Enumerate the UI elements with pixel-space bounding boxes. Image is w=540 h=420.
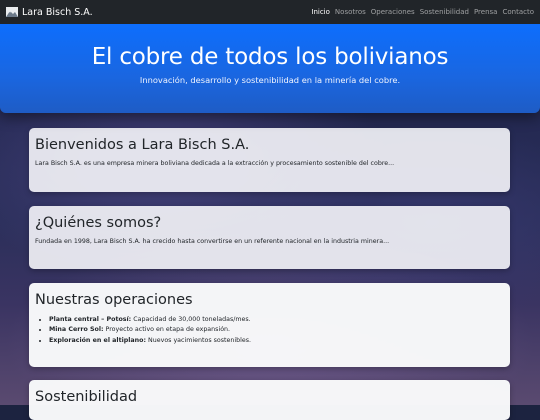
- brand-name: Lara Bisch S.A.: [22, 6, 93, 18]
- list-item: Mina Cerro Sol: Proyecto activo en etapa…: [49, 325, 504, 336]
- about-text: Fundada en 1998, Lara Bisch S.A. ha crec…: [35, 237, 390, 245]
- list-item: Exploración en el altiplano: Nuevos yaci…: [49, 336, 504, 347]
- operation-desc: Nuevos yacimientos sostenibles.: [148, 336, 252, 344]
- operations-list: Planta central – Potosí: Capacidad de 30…: [35, 315, 504, 347]
- operation-name: Exploración en el altiplano:: [49, 336, 146, 344]
- operation-desc: Proyecto activo en etapa de expansión.: [105, 326, 231, 334]
- nav-menu: Inicio Nosotros Operaciones Sostenibilid…: [311, 8, 534, 16]
- hero-title: El cobre de todos los bolivianos: [91, 44, 449, 70]
- about-title: ¿Quiénes somos?: [35, 215, 162, 231]
- nav-link-sostenibilidad[interactable]: Sostenibilidad: [420, 8, 469, 16]
- mountain-logo-icon: [6, 7, 18, 17]
- welcome-text: Lara Bisch S.A. es una empresa minera bo…: [35, 159, 395, 167]
- nav-link-inicio[interactable]: Inicio: [311, 8, 330, 16]
- navbar: Lara Bisch S.A. Inicio Nosotros Operacio…: [0, 0, 540, 24]
- sustainability-card: Sostenibilidad: [29, 380, 510, 420]
- operations-card: Nuestras operaciones Planta central – Po…: [29, 283, 510, 367]
- sustainability-title: Sostenibilidad: [35, 389, 138, 405]
- nav-link-nosotros[interactable]: Nosotros: [335, 8, 366, 16]
- hero-banner: El cobre de todos los bolivianos Innovac…: [0, 24, 540, 113]
- hero-subtitle: Innovación, desarrollo y sostenibilidad …: [139, 75, 401, 85]
- operations-title: Nuestras operaciones: [35, 292, 193, 308]
- list-item: Planta central – Potosí: Capacidad de 30…: [49, 315, 504, 326]
- nav-link-contacto[interactable]: Contacto: [502, 8, 534, 16]
- welcome-title: Bienvenidos a Lara Bisch S.A.: [35, 137, 250, 153]
- operation-desc: Capacidad de 30,000 toneladas/mes.: [133, 315, 251, 323]
- operation-name: Planta central – Potosí:: [49, 315, 132, 323]
- about-card: ¿Quiénes somos? Fundada en 1998, Lara Bi…: [29, 206, 510, 269]
- welcome-card: Bienvenidos a Lara Bisch S.A. Lara Bisch…: [29, 128, 510, 192]
- brand-link[interactable]: Lara Bisch S.A.: [6, 7, 93, 18]
- nav-link-operaciones[interactable]: Operaciones: [371, 8, 415, 16]
- nav-link-prensa[interactable]: Prensa: [474, 8, 498, 16]
- operation-name: Mina Cerro Sol:: [49, 326, 104, 334]
